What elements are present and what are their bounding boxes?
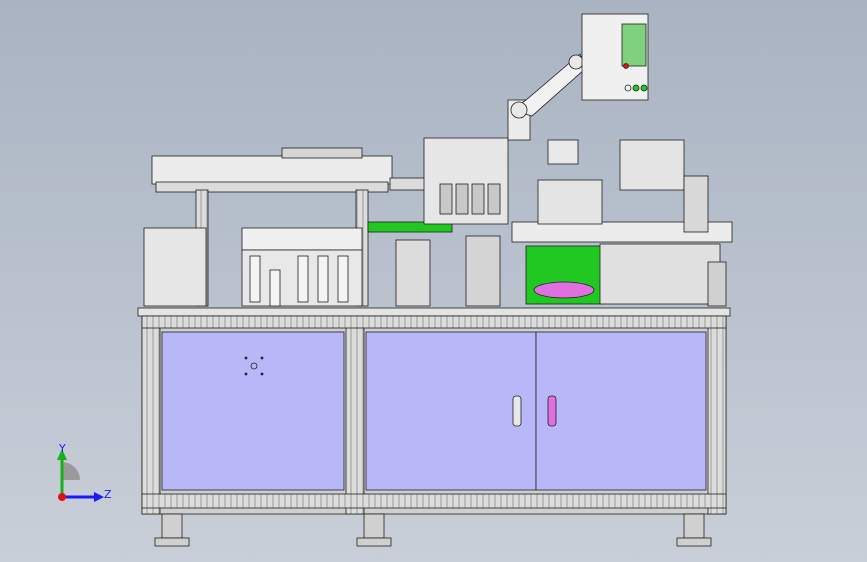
x-axis-dot (58, 493, 66, 501)
y-axis-label: Y (58, 442, 66, 455)
machine-assembly (137, 13, 733, 547)
right-cabinet-door-left[interactable] (365, 331, 537, 491)
left-station (143, 227, 363, 307)
right-cabinet-door-right[interactable] (535, 331, 707, 491)
triad-quadrant (62, 462, 80, 480)
coordinate-triad: Y Z (57, 442, 112, 502)
hmi-control-panel[interactable] (581, 13, 649, 101)
hmi-support-arm (507, 53, 587, 141)
door-handle-right[interactable] (547, 395, 557, 427)
left-cabinet-panel (161, 331, 345, 491)
cad-viewport[interactable]: Y Z (0, 0, 867, 562)
z-axis-label: Z (104, 488, 112, 501)
door-handle-left[interactable] (512, 395, 522, 427)
leveling-feet (154, 513, 712, 547)
hmi-screen[interactable] (621, 23, 647, 67)
